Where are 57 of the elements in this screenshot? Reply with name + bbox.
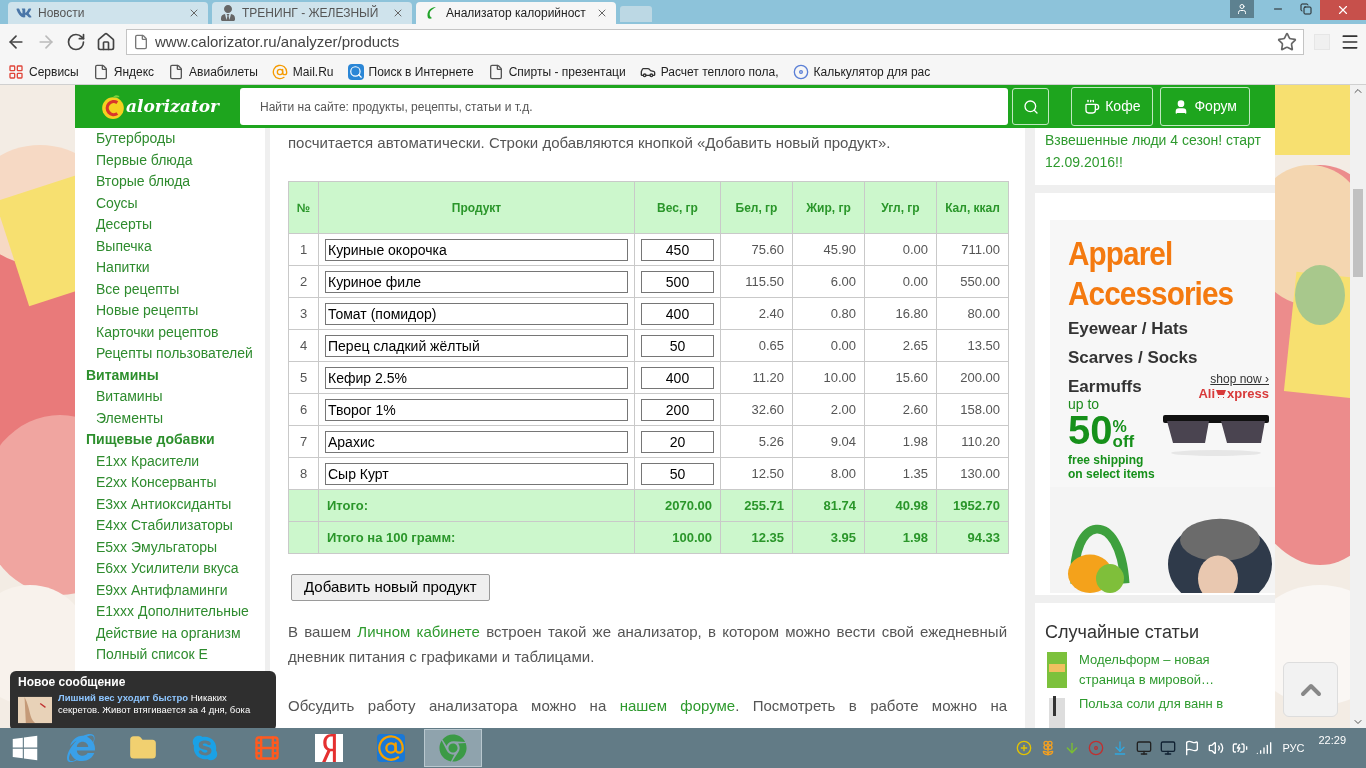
folder-icon: [129, 734, 157, 762]
page-icon: [487, 64, 504, 80]
page-icon: [133, 34, 149, 50]
clock[interactable]: 22:29: [1318, 732, 1346, 749]
star-icon[interactable]: [1277, 32, 1297, 52]
scrollbar[interactable]: [1350, 85, 1366, 728]
close-button[interactable]: [1320, 0, 1366, 20]
battery-icon[interactable]: [1232, 740, 1249, 756]
monitor-icon[interactable]: [1160, 740, 1177, 756]
taskbar-button[interactable]: [424, 729, 482, 767]
search-icon: [347, 64, 364, 80]
tab-title: Анализатор калорийност: [446, 5, 587, 22]
bookmark[interactable]: Авиабилеты: [168, 63, 258, 81]
user-icon: [1236, 3, 1248, 15]
skype-logo-icon: [191, 734, 219, 762]
film-reel-icon: [253, 734, 281, 762]
yandex-logo-icon: [315, 734, 343, 762]
scrollbar-thumb[interactable]: [1353, 189, 1363, 277]
url-text: www.calorizator.ru/analyzer/products: [155, 31, 401, 52]
at-sign-icon: [377, 734, 405, 762]
browser-tab[interactable]: Новости: [8, 2, 208, 24]
menu-icon[interactable]: [1340, 32, 1360, 52]
figure-icon: [220, 5, 236, 21]
tab-title: Новости: [38, 5, 86, 22]
tab-title: ТРЕНИНГ - ЖЕЛЕЗНЫЙ: [242, 4, 380, 22]
close-icon[interactable]: [596, 7, 608, 19]
windows-logo-icon: [11, 734, 39, 762]
close-icon[interactable]: [392, 7, 404, 19]
bookmark[interactable]: Сервисы: [8, 63, 79, 81]
apps-grid-icon: [8, 64, 24, 80]
signal-icon[interactable]: [1256, 740, 1273, 756]
bookmark[interactable]: Спирты - презентаци: [487, 63, 626, 81]
page-icon: [168, 64, 185, 80]
plus-circle-icon[interactable]: [1016, 740, 1033, 756]
close-icon[interactable]: [188, 7, 200, 19]
close-icon: [1336, 3, 1350, 17]
bookmark[interactable]: Яндекс: [92, 63, 155, 81]
home-icon[interactable]: [96, 32, 116, 52]
address-bar[interactable]: www.calorizator.ru/analyzer/products: [126, 29, 1304, 55]
bookmark[interactable]: Поиск в Интернете: [347, 63, 474, 81]
page-icon: [92, 64, 109, 80]
bookmark[interactable]: Расчет теплого пола,: [639, 63, 779, 81]
browser-logo-icon: [67, 734, 95, 762]
bookmark[interactable]: Калькулятор для рас: [792, 63, 931, 81]
language-indicator[interactable]: РУС: [1282, 739, 1305, 757]
user-button[interactable]: [1230, 0, 1254, 18]
browser-tab[interactable]: ТРЕНИНГ - ЖЕЛЕЗНЫЙ: [212, 2, 412, 24]
at-sign-icon: [271, 64, 288, 80]
reload-icon[interactable]: [66, 32, 86, 52]
flag-icon[interactable]: [1184, 740, 1201, 756]
bookmark[interactable]: Mail.Ru: [271, 63, 334, 81]
chrome-logo-icon: [439, 734, 467, 762]
browser-tab[interactable]: Анализатор калорийност: [416, 2, 616, 24]
monitor-icon[interactable]: [1136, 740, 1153, 756]
restore-icon: [1300, 3, 1312, 15]
speaker-icon[interactable]: [1208, 740, 1225, 756]
disc-icon: [792, 64, 809, 80]
